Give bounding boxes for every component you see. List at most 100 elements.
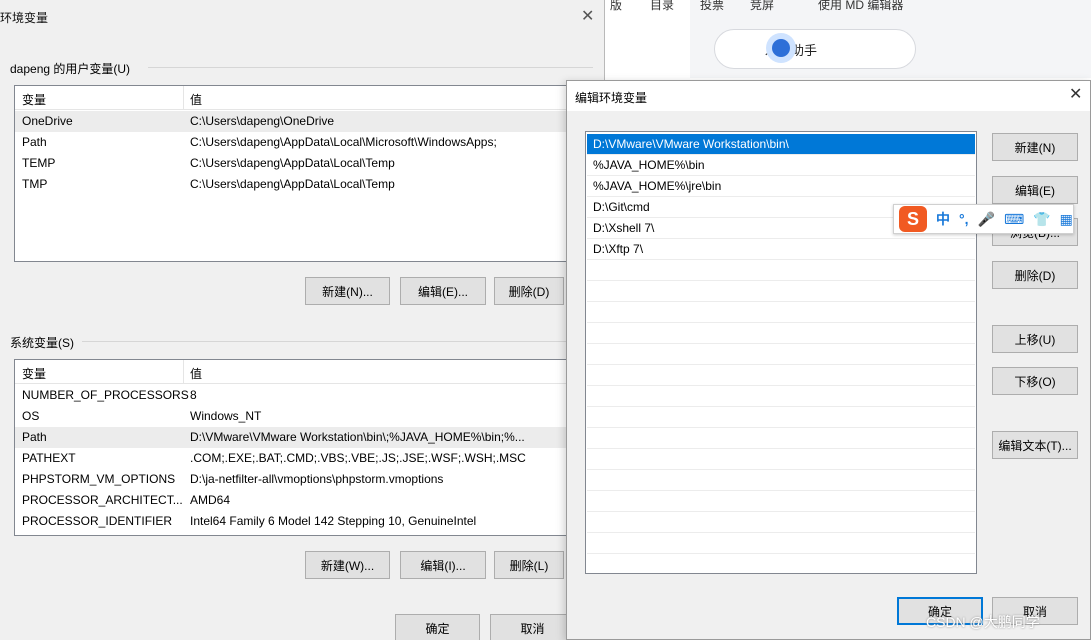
move-down-button[interactable]: 下移(O) xyxy=(992,367,1078,395)
table-row[interactable]: NUMBER_OF_PROCESSORS 8 xyxy=(15,385,593,406)
path-item[interactable]: D:\Xftp 7\ xyxy=(587,239,975,260)
variable-value: .COM;.EXE;.BAT;.CMD;.VBS;.VBE;.JS;.JSE;.… xyxy=(190,451,526,465)
path-text: D:\Xftp 7\ xyxy=(593,242,644,256)
close-icon[interactable]: ✕ xyxy=(1069,84,1082,104)
system-new-button[interactable]: 新建(W)... xyxy=(305,551,390,579)
empty-row[interactable] xyxy=(587,407,975,428)
toolbox-icon[interactable]: ▦ xyxy=(1060,211,1073,228)
variable-value: C:\Users\dapeng\AppData\Local\Temp xyxy=(190,156,395,170)
empty-row[interactable] xyxy=(587,281,975,302)
environment-variables-dialog: 环境变量 ✕ dapeng 的用户变量(U) 变量 值 OneDrive C:\… xyxy=(0,0,605,640)
empty-row[interactable] xyxy=(587,449,975,470)
delete-path-button[interactable]: 删除(D) xyxy=(992,261,1078,289)
path-text: D:\Xshell 7\ xyxy=(593,221,655,235)
column-header-variable[interactable]: 变量 xyxy=(22,91,46,108)
variable-value: D:\ja-netfilter-all\vmoptions\phpstorm.v… xyxy=(190,472,444,486)
empty-row[interactable] xyxy=(587,533,975,554)
new-path-button[interactable]: 新建(N) xyxy=(992,133,1078,161)
variable-name: PROCESSOR_IDENTIFIER xyxy=(22,514,173,528)
empty-row[interactable] xyxy=(587,260,975,281)
column-divider[interactable] xyxy=(183,86,184,110)
sogou-logo-icon[interactable]: S xyxy=(899,206,927,232)
variable-name: TEMP xyxy=(22,156,56,170)
variable-value: C:\Users\dapeng\AppData\Local\Temp xyxy=(190,177,395,191)
variable-name: OneDrive xyxy=(22,114,73,128)
variable-name: Path xyxy=(22,430,47,444)
column-header-variable[interactable]: 变量 xyxy=(22,365,46,382)
column-header-value[interactable]: 值 xyxy=(190,365,202,382)
edit-environment-variable-dialog: 编辑环境变量 ✕ D:\VMware\VMware Workstation\bi… xyxy=(566,80,1091,640)
punctuation-icon[interactable]: °, xyxy=(959,211,969,227)
path-item[interactable]: %JAVA_HOME%\jre\bin xyxy=(587,176,975,197)
env-cancel-button[interactable]: 取消 xyxy=(490,614,575,640)
group-divider xyxy=(148,67,593,68)
menu-item-vote[interactable]: 投票 xyxy=(700,0,724,13)
env-ok-button[interactable]: 确定 xyxy=(395,614,480,640)
empty-row[interactable] xyxy=(587,365,975,386)
path-list[interactable]: D:\VMware\VMware Workstation\bin\ %JAVA_… xyxy=(585,131,977,574)
table-row[interactable]: PHPSTORM_VM_OPTIONS D:\ja-netfilter-all\… xyxy=(15,469,593,490)
empty-row[interactable] xyxy=(587,386,975,407)
table-row[interactable]: Path D:\VMware\VMware Workstation\bin\;%… xyxy=(15,427,593,448)
empty-row[interactable] xyxy=(587,344,975,365)
user-variables-table[interactable]: 变量 值 OneDrive C:\Users\dapeng\OneDrive P… xyxy=(14,85,594,262)
path-item[interactable]: %JAVA_HOME%\bin xyxy=(587,155,975,176)
user-edit-button[interactable]: 编辑(E)... xyxy=(400,277,486,305)
variable-name: PATHEXT xyxy=(22,451,76,465)
table-row[interactable]: TEMP C:\Users\dapeng\AppData\Local\Temp xyxy=(15,153,593,174)
chinese-mode-icon[interactable]: 中 xyxy=(936,209,950,229)
system-variables-table[interactable]: 变量 值 NUMBER_OF_PROCESSORS 8 OS Windows_N… xyxy=(14,359,594,536)
empty-row[interactable] xyxy=(587,491,975,512)
table-header: 变量 值 xyxy=(15,86,593,110)
microphone-icon[interactable]: 🎤 xyxy=(978,211,995,228)
table-row[interactable]: TMP C:\Users\dapeng\AppData\Local\Temp xyxy=(15,174,593,195)
ime-toolbar[interactable]: S 中 °, 🎤 ⌨ 👕 ▦ xyxy=(893,204,1074,234)
edit-text-button[interactable]: 编辑文本(T)... xyxy=(992,431,1078,459)
variable-value: 8 xyxy=(190,388,197,402)
table-row[interactable]: PROCESSOR_ARCHITECT... AMD64 xyxy=(15,490,593,511)
variable-value: D:\VMware\VMware Workstation\bin\;%JAVA_… xyxy=(190,430,525,444)
edit-path-button[interactable]: 编辑(E) xyxy=(992,176,1078,204)
empty-row[interactable] xyxy=(587,470,975,491)
path-text: %JAVA_HOME%\bin xyxy=(593,158,705,172)
menu-item-toc[interactable]: 目录 xyxy=(650,0,674,13)
table-row[interactable]: PROCESSOR_IDENTIFIER Intel64 Family 6 Mo… xyxy=(15,511,593,532)
user-delete-button[interactable]: 删除(D) xyxy=(494,277,564,305)
system-delete-button[interactable]: 删除(L) xyxy=(494,551,564,579)
table-row[interactable]: Path C:\Users\dapeng\AppData\Local\Micro… xyxy=(15,132,593,153)
close-icon[interactable]: ✕ xyxy=(581,6,594,26)
title-bar[interactable]: 编辑环境变量 ✕ xyxy=(567,81,1090,111)
empty-row[interactable] xyxy=(587,428,975,449)
dialog-title: 环境变量 xyxy=(0,11,49,25)
menu-item-md-editor[interactable]: 使用 MD 编辑器 xyxy=(818,0,903,13)
move-up-button[interactable]: 上移(U) xyxy=(992,325,1078,353)
table-row[interactable]: OneDrive C:\Users\dapeng\OneDrive xyxy=(15,111,593,132)
empty-row[interactable] xyxy=(587,512,975,533)
system-edit-button[interactable]: 编辑(I)... xyxy=(400,551,486,579)
path-text: D:\VMware\VMware Workstation\bin\ xyxy=(593,137,789,151)
path-item[interactable]: D:\VMware\VMware Workstation\bin\ xyxy=(587,134,975,155)
variable-name: NUMBER_OF_PROCESSORS xyxy=(22,388,189,402)
keyboard-icon[interactable]: ⌨ xyxy=(1004,211,1024,228)
column-header-value[interactable]: 值 xyxy=(190,91,202,108)
table-row[interactable]: OS Windows_NT xyxy=(15,406,593,427)
path-text: %JAVA_HOME%\jre\bin xyxy=(593,179,722,193)
variable-value: Windows_NT xyxy=(190,409,262,423)
menu-item-screen[interactable]: 竞屏 xyxy=(750,0,774,13)
empty-row[interactable] xyxy=(587,302,975,323)
assistant-button[interactable]: 发文助手 xyxy=(714,29,916,69)
skin-icon[interactable]: 👕 xyxy=(1033,211,1050,228)
table-header: 变量 值 xyxy=(15,360,593,384)
user-variables-label: dapeng 的用户变量(U) xyxy=(10,62,131,76)
column-divider[interactable] xyxy=(183,360,184,384)
variable-name: OS xyxy=(22,409,40,423)
variable-name: Path xyxy=(22,135,47,149)
menu-item-version[interactable]: 版 xyxy=(610,0,622,13)
path-text: D:\Git\cmd xyxy=(593,200,650,214)
user-new-button[interactable]: 新建(N)... xyxy=(305,277,390,305)
watermark: CSDN @大鹏同学 xyxy=(926,614,1040,630)
table-row[interactable]: PATHEXT .COM;.EXE;.BAT;.CMD;.VBS;.VBE;.J… xyxy=(15,448,593,469)
variable-name: PHPSTORM_VM_OPTIONS xyxy=(22,472,176,486)
dialog-title: 编辑环境变量 xyxy=(575,91,648,105)
empty-row[interactable] xyxy=(587,323,975,344)
